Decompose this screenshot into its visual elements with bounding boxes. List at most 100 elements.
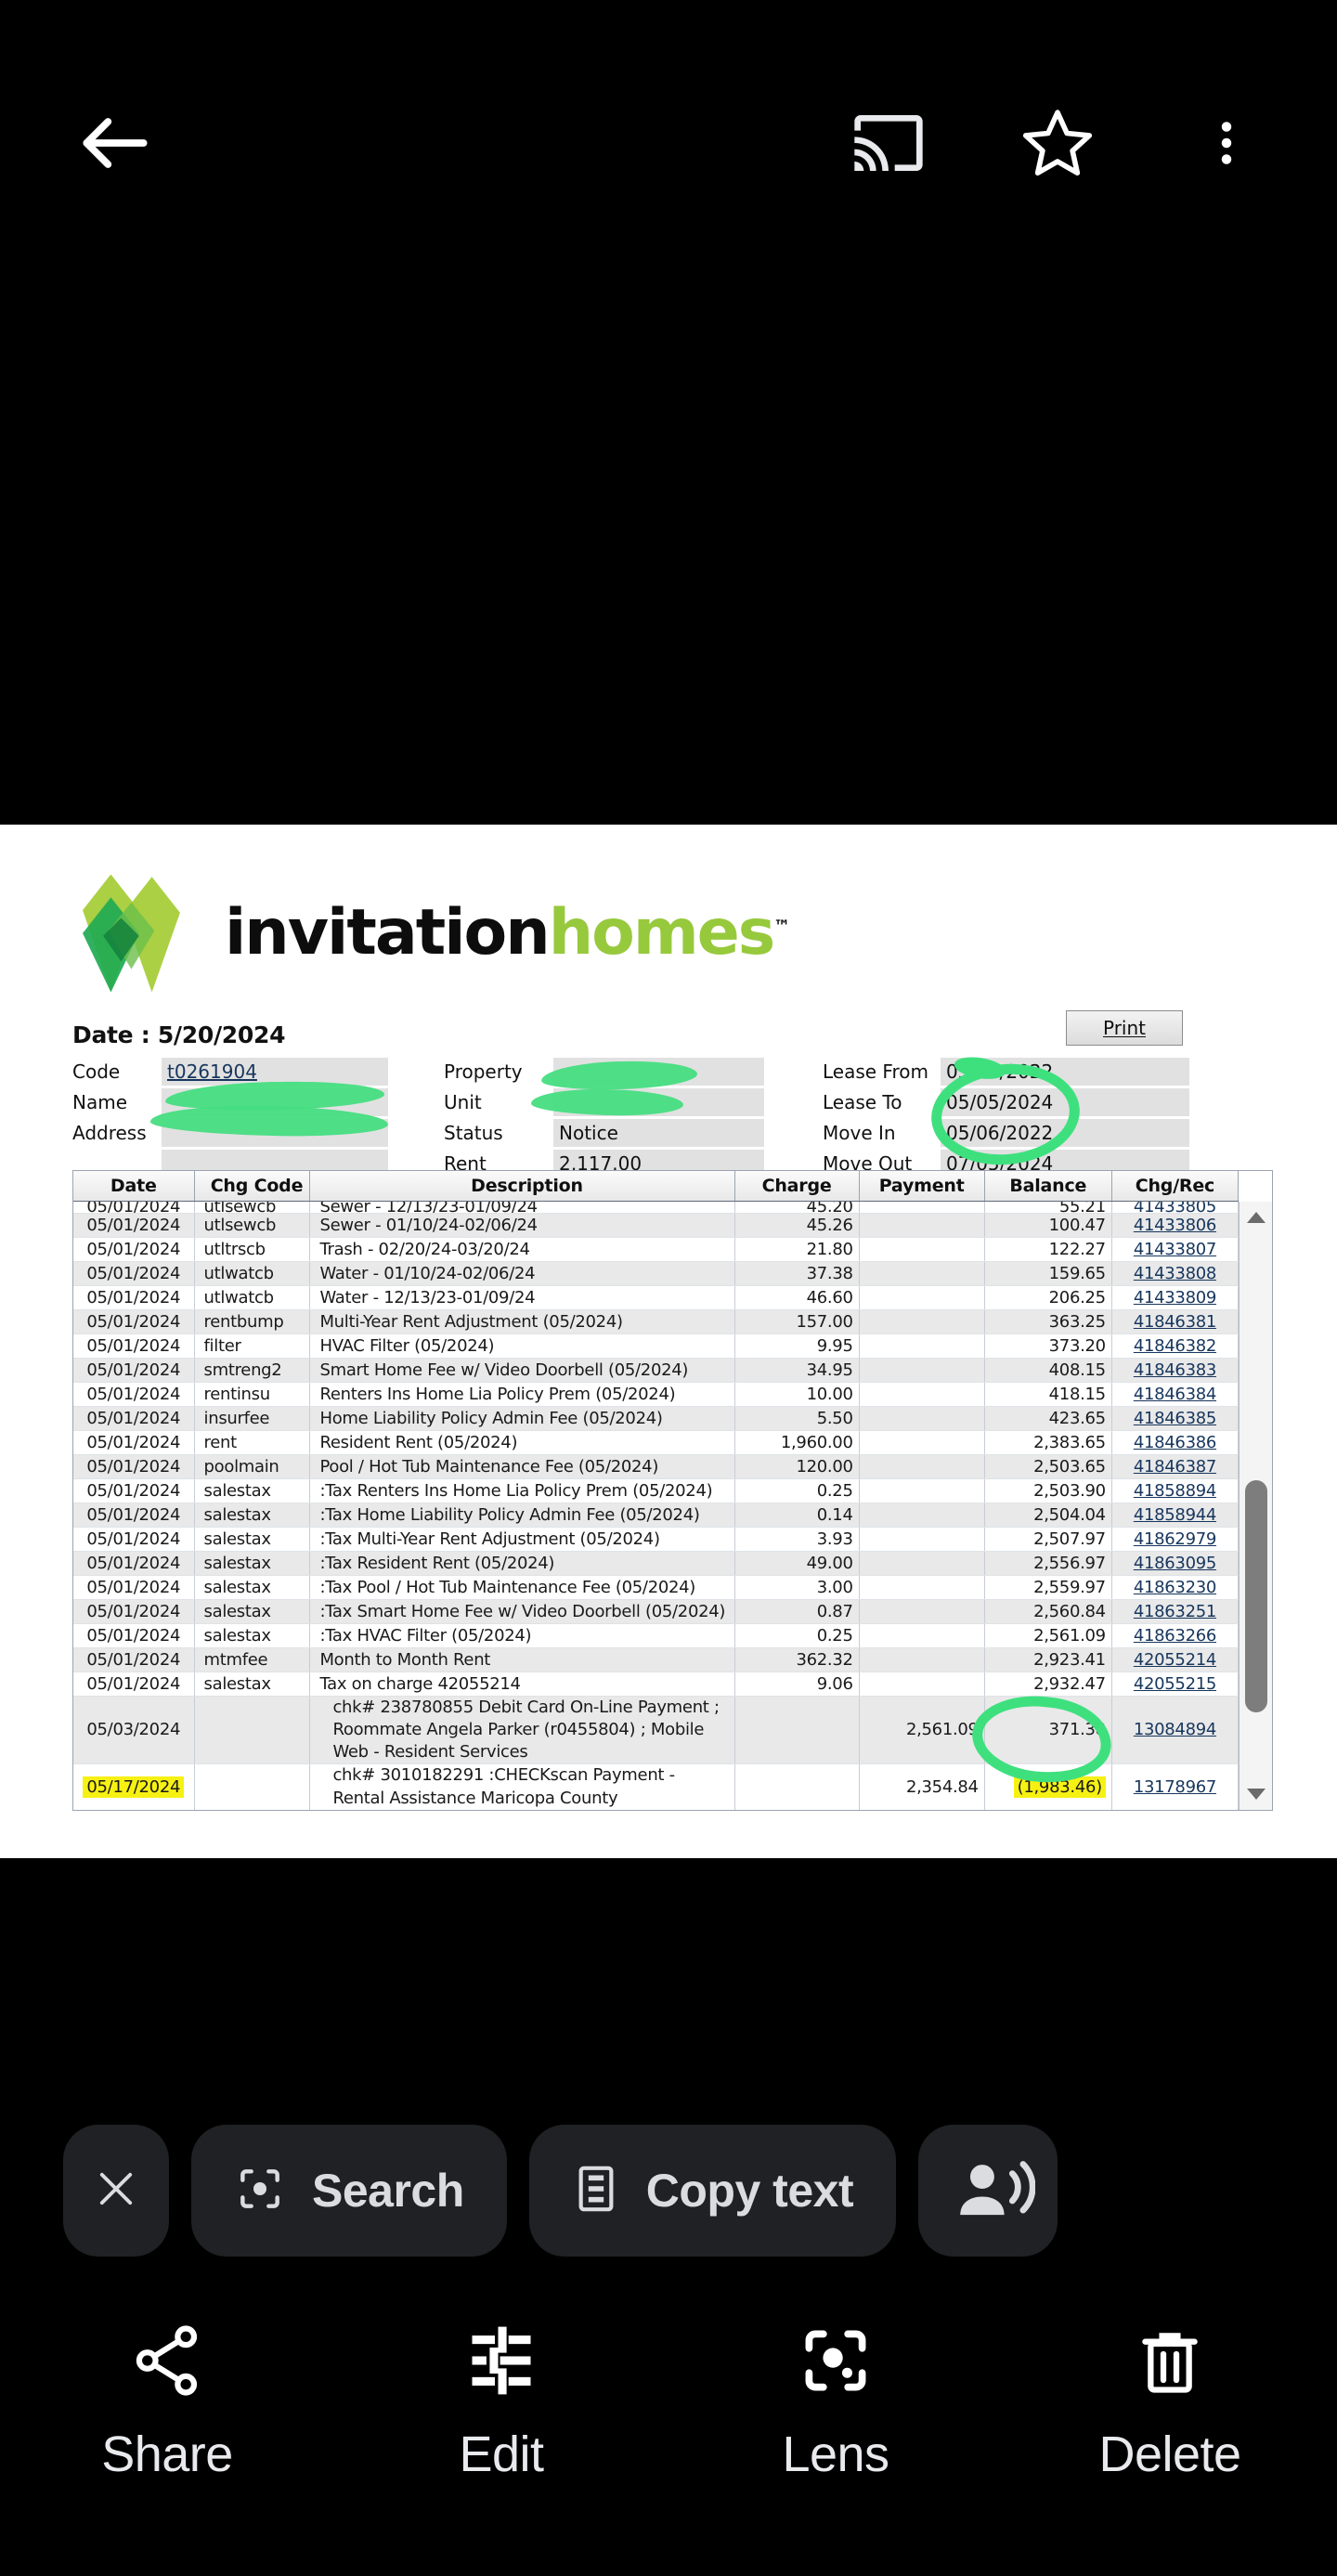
chg-rec-link[interactable]: 41433807 <box>1134 1240 1217 1259</box>
chg-rec-link[interactable]: 41433809 <box>1134 1288 1217 1308</box>
cast-icon[interactable] <box>849 103 928 183</box>
chip-search[interactable]: Search <box>191 2125 507 2257</box>
cell-payment: 2,561.09 <box>859 1696 985 1765</box>
cell-chg-rec[interactable]: 41846386 <box>1111 1430 1240 1455</box>
column-header-date[interactable]: Date <box>73 1171 195 1202</box>
chg-rec-link[interactable]: 41846387 <box>1134 1457 1217 1477</box>
chg-rec-link[interactable]: 41863230 <box>1134 1578 1217 1597</box>
chg-rec-link[interactable]: 41863266 <box>1134 1626 1217 1646</box>
column-header-payment[interactable]: Payment <box>859 1171 985 1202</box>
scroll-down-arrow-icon[interactable] <box>1240 1778 1272 1810</box>
cell-chg-rec[interactable]: 41846382 <box>1111 1334 1240 1359</box>
cell-chg-rec[interactable]: 41863230 <box>1111 1575 1240 1600</box>
chg-rec-link[interactable]: 41433808 <box>1134 1264 1217 1283</box>
chg-rec-link[interactable]: 41846383 <box>1134 1360 1217 1380</box>
chg-rec-link[interactable]: 13084894 <box>1134 1720 1217 1739</box>
table-row[interactable]: 05/01/2024 salestax:Tax Resident Rent (05… <box>73 1551 1240 1576</box>
cell-chg-rec[interactable]: 41858944 <box>1111 1503 1240 1528</box>
table-row[interactable]: 05/01/2024 salestax:Tax HVAC Filter (05/2… <box>73 1623 1240 1648</box>
cell-chg-rec[interactable]: 41433807 <box>1111 1237 1240 1262</box>
nav-delete[interactable]: Delete <box>1031 2316 1309 2483</box>
table-row[interactable]: 05/03/2024 chk# 238780855 Debit Card On-L… <box>73 1696 1240 1765</box>
table-row[interactable]: 05/01/2024 insurfee Home Liability Policy … <box>73 1406 1240 1431</box>
cell-chg-rec[interactable]: 41433805 <box>1111 1201 1240 1214</box>
table-row[interactable]: 05/01/2024 utlsewcb Sewer - 01/10/24-02/06… <box>73 1213 1240 1238</box>
cell-chg-rec[interactable]: 41863095 <box>1111 1551 1240 1576</box>
column-header-balance[interactable]: Balance <box>984 1171 1112 1202</box>
ledger-scrollbar[interactable] <box>1239 1202 1272 1810</box>
cell-chg-rec[interactable]: 41846381 <box>1111 1309 1240 1334</box>
cell-chg-rec[interactable]: 13084894 <box>1111 1696 1240 1765</box>
cell-chg-rec[interactable]: 41433809 <box>1111 1285 1240 1310</box>
scrollbar-thumb[interactable] <box>1245 1480 1267 1712</box>
column-header-chgcode[interactable]: Chg Code <box>194 1171 311 1202</box>
chg-rec-link[interactable]: 41862979 <box>1134 1529 1217 1549</box>
column-header-description[interactable]: Description <box>309 1171 735 1202</box>
table-row[interactable]: 05/01/2024 salestax:Tax Renters Ins Home … <box>73 1478 1240 1503</box>
cell-description: :Tax Resident Rent (05/2024) <box>309 1551 735 1576</box>
cell-chg-rec[interactable]: 41862979 <box>1111 1527 1240 1552</box>
ledger-table-container[interactable]: Date Chg Code Description Charge Payment… <box>72 1170 1273 1811</box>
chg-rec-link[interactable]: 42055215 <box>1134 1674 1217 1694</box>
cell-description: :Tax Renters Ins Home Lia Policy Prem (0… <box>309 1478 735 1503</box>
chg-rec-link[interactable]: 41433806 <box>1134 1216 1217 1235</box>
nav-edit[interactable]: Edit <box>362 2316 641 2483</box>
cell-chg-rec[interactable]: 41858894 <box>1111 1478 1240 1503</box>
table-row[interactable]: 05/01/2024 rentinsu Renters Ins Home Lia P… <box>73 1382 1240 1407</box>
table-row[interactable]: 05/01/2024 salestax:Tax Smart Home Fee w/… <box>73 1599 1240 1624</box>
chg-rec-link[interactable]: 41433805 <box>1134 1201 1217 1212</box>
cell-chg-rec[interactable]: 41433808 <box>1111 1261 1240 1286</box>
star-outline-icon[interactable] <box>1018 103 1097 183</box>
table-row[interactable]: 05/01/2024 rentbump Multi-Year Rent Adjust… <box>73 1309 1240 1334</box>
cell-chg-rec[interactable]: 13178967 <box>1111 1763 1240 1810</box>
nav-share[interactable]: Share <box>28 2316 306 2483</box>
chg-rec-link[interactable]: 13178967 <box>1134 1777 1217 1797</box>
chip-copy-text[interactable]: Copy text <box>528 2125 897 2257</box>
table-row[interactable]: 05/01/2024 utlwatcb Water - 01/10/24-02/06… <box>73 1261 1240 1286</box>
chg-rec-link[interactable]: 41846381 <box>1134 1312 1217 1332</box>
cell-chg-rec[interactable]: 41846384 <box>1111 1382 1240 1407</box>
cell-chg-rec[interactable]: 42055215 <box>1111 1672 1240 1697</box>
table-row[interactable]: 05/01/2024 salestax:Tax Home Liability Po… <box>73 1503 1240 1528</box>
cell-chg-rec[interactable]: 41846383 <box>1111 1358 1240 1383</box>
column-header-chgrec[interactable]: Chg/Rec <box>1111 1171 1240 1202</box>
back-arrow-icon[interactable] <box>72 100 158 186</box>
chip-close[interactable] <box>63 2125 169 2257</box>
document-photo[interactable]: invitationhomes™ Date : 5/20/2024 Print … <box>0 825 1337 1858</box>
more-vert-icon[interactable] <box>1187 103 1266 183</box>
table-row[interactable]: 05/01/2024 mtmfee Month to Month Rent 362.3… <box>73 1647 1240 1672</box>
chg-rec-link[interactable]: 41846384 <box>1134 1385 1217 1404</box>
field-value[interactable]: t0261904 <box>162 1058 388 1086</box>
chg-rec-link[interactable]: 41846386 <box>1134 1433 1217 1452</box>
cell-chg-rec[interactable]: 42055214 <box>1111 1647 1240 1672</box>
table-row[interactable]: 05/17/2024 chk# 3010182291 :CHECKscan Pay… <box>73 1763 1240 1810</box>
table-row[interactable]: 05/01/2024 utltrscb Trash - 02/20/24-03/20… <box>73 1237 1240 1262</box>
chg-rec-link[interactable]: 41863095 <box>1134 1554 1217 1573</box>
table-row[interactable]: 05/01/2024 smtreng2 Smart Home Fee w/ Vide… <box>73 1358 1240 1383</box>
table-row[interactable]: 05/01/2024 utlsewcb Sewer - 12/13/23-01/09… <box>73 1201 1240 1214</box>
cell-chg-rec[interactable]: 41863251 <box>1111 1599 1240 1624</box>
field-value[interactable] <box>553 1088 764 1116</box>
table-row[interactable]: 05/01/2024 filter HVAC Filter (05/2024) 9.9… <box>73 1334 1240 1359</box>
table-row[interactable]: 05/01/2024 utlwatcb Water - 12/13/23-01/09… <box>73 1285 1240 1310</box>
scroll-up-arrow-icon[interactable] <box>1240 1202 1272 1233</box>
chg-rec-link[interactable]: 42055214 <box>1134 1650 1217 1670</box>
cell-chg-rec[interactable]: 41846385 <box>1111 1406 1240 1431</box>
cell-chg-rec[interactable]: 41433806 <box>1111 1213 1240 1238</box>
cell-chg-rec[interactable]: 41863266 <box>1111 1623 1240 1648</box>
chg-rec-link[interactable]: 41846382 <box>1134 1336 1217 1356</box>
table-row[interactable]: 05/01/2024 rent Resident Rent (05/2024) 1,9… <box>73 1430 1240 1455</box>
table-row[interactable]: 05/01/2024 poolmain Pool / Hot Tub Mainten… <box>73 1454 1240 1479</box>
table-row[interactable]: 05/01/2024 salestax:Tax Multi-Year Rent A… <box>73 1527 1240 1552</box>
chg-rec-link[interactable]: 41858944 <box>1134 1505 1217 1525</box>
table-row[interactable]: 05/01/2024 salestax Tax on charge 42055214… <box>73 1672 1240 1697</box>
chg-rec-link[interactable]: 41858894 <box>1134 1481 1217 1501</box>
print-button[interactable]: Print <box>1066 1010 1183 1046</box>
chip-listen[interactable] <box>918 2125 1058 2257</box>
cell-chg-rec[interactable]: 41846387 <box>1111 1454 1240 1479</box>
chg-rec-link[interactable]: 41863251 <box>1134 1602 1217 1621</box>
table-row[interactable]: 05/01/2024 salestax:Tax Pool / Hot Tub Ma… <box>73 1575 1240 1600</box>
column-header-charge[interactable]: Charge <box>734 1171 860 1202</box>
nav-lens[interactable]: Lens <box>696 2316 975 2483</box>
chg-rec-link[interactable]: 41846385 <box>1134 1409 1217 1428</box>
